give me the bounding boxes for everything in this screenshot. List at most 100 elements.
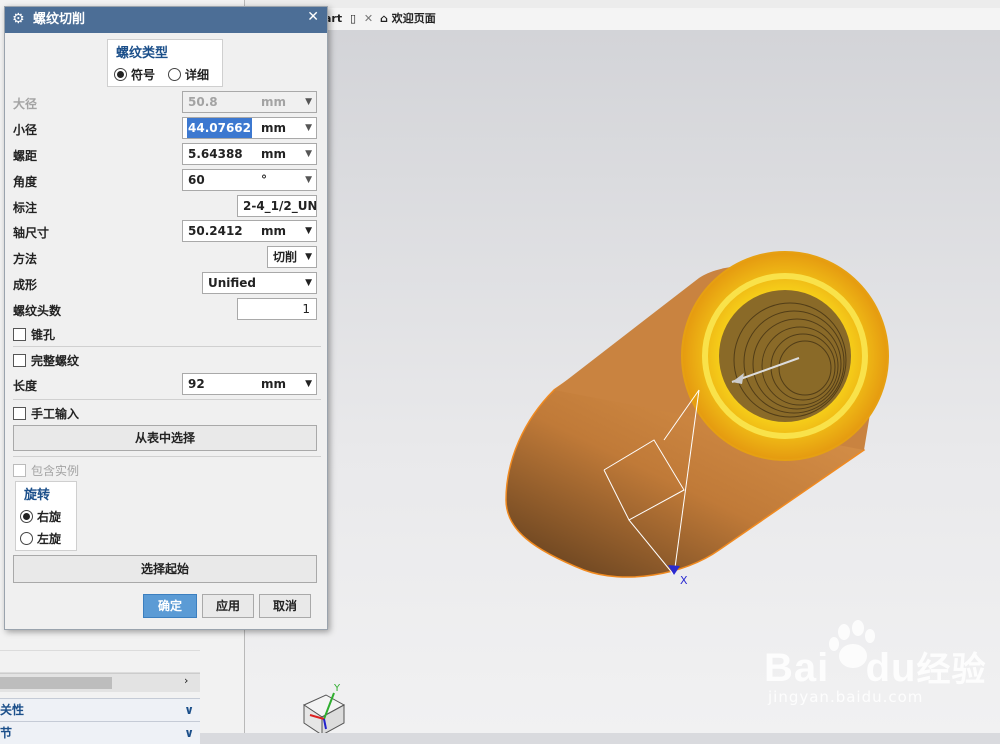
radio-icon bbox=[20, 510, 33, 523]
callout-label: 标注 bbox=[13, 201, 38, 215]
watermark-brand-text: Bai bbox=[764, 646, 830, 690]
section-label: 关性 bbox=[0, 703, 25, 717]
chevron-down-icon[interactable]: ▼ bbox=[305, 221, 312, 241]
length-label: 长度 bbox=[13, 379, 38, 393]
radio-icon bbox=[114, 68, 127, 81]
angle-label: 角度 bbox=[13, 175, 38, 189]
field-unit: mm bbox=[261, 121, 287, 135]
radio-label: 右旋 bbox=[37, 510, 62, 524]
tab-welcome-label: 欢迎页面 bbox=[391, 12, 436, 25]
document-tab-bar: art ▯ ✕ ⌂ 欢迎页面 bbox=[322, 8, 1000, 31]
shaft-size-field[interactable]: 50.2412 mm ▼ bbox=[182, 220, 317, 242]
watermark-brand2-text: du bbox=[865, 646, 917, 690]
form-select[interactable]: Unified ▼ bbox=[202, 272, 317, 294]
field-value: Unified bbox=[208, 276, 257, 290]
select-start-button[interactable]: 选择起始 bbox=[13, 555, 317, 583]
major-diameter-label: 大径 bbox=[13, 97, 38, 111]
field-value: 44.07662 bbox=[187, 118, 253, 138]
starts-field[interactable]: 1 bbox=[237, 298, 317, 320]
watermark-url: jingyan.baidu.com bbox=[768, 688, 924, 706]
minor-diameter-field[interactable]: 44.07662 mm ▼ bbox=[182, 117, 317, 139]
radio-symbolic[interactable]: 符号 bbox=[114, 66, 155, 83]
gear-icon: ⚙ bbox=[12, 11, 25, 27]
full-thread-checkbox[interactable]: 完整螺纹 bbox=[13, 352, 79, 368]
field-unit: ° bbox=[261, 173, 267, 187]
method-label: 方法 bbox=[13, 252, 38, 266]
section-dependencies[interactable]: 关性 ∨ bbox=[0, 698, 200, 721]
divider bbox=[13, 456, 321, 457]
checkbox-label: 完整螺纹 bbox=[31, 354, 80, 368]
chevron-down-icon[interactable]: ∨ bbox=[184, 699, 194, 721]
close-icon[interactable]: ✕ bbox=[307, 9, 319, 25]
thread-type-group: 螺纹类型 符号 详细 bbox=[107, 39, 223, 87]
axis-y-label: Y bbox=[333, 683, 341, 694]
divider bbox=[13, 399, 321, 400]
chevron-down-icon[interactable]: ▼ bbox=[305, 170, 312, 190]
checkbox-icon bbox=[13, 328, 26, 341]
method-select[interactable]: 切削 ▼ bbox=[267, 246, 317, 268]
chevron-down-icon[interactable]: ▼ bbox=[305, 273, 312, 293]
navigator-row bbox=[0, 650, 200, 673]
field-unit: mm bbox=[261, 377, 287, 391]
navigator-row bbox=[0, 628, 200, 651]
chevron-down-icon[interactable]: ▼ bbox=[305, 118, 312, 138]
radio-detailed[interactable]: 详细 bbox=[168, 66, 209, 83]
pitch-label: 螺距 bbox=[13, 149, 38, 163]
chevron-down-icon[interactable]: ▼ bbox=[305, 374, 312, 394]
radio-label: 符号 bbox=[131, 68, 156, 82]
field-value: 50.2412 bbox=[188, 224, 243, 238]
radio-left-hand[interactable]: 左旋 bbox=[20, 530, 61, 547]
checkbox-icon bbox=[13, 464, 26, 477]
radio-icon bbox=[168, 68, 181, 81]
section-label: 节 bbox=[0, 726, 13, 740]
scroll-right-icon[interactable]: › bbox=[184, 674, 188, 687]
radio-label: 左旋 bbox=[37, 532, 62, 546]
checkbox-label: 包含实例 bbox=[31, 464, 80, 478]
dialog-title: 螺纹切削 bbox=[33, 12, 86, 27]
checkbox-label: 锥孔 bbox=[31, 328, 56, 342]
field-value: 60 bbox=[188, 173, 205, 187]
shaft-size-label: 轴尺寸 bbox=[13, 226, 50, 240]
radio-right-hand[interactable]: 右旋 bbox=[20, 508, 61, 525]
dialog-titlebar[interactable]: ⚙ 螺纹切削 ✕ bbox=[5, 7, 327, 33]
major-diameter-field: 50.8 mm ▼ bbox=[182, 91, 317, 113]
rotation-title: 旋转 bbox=[24, 488, 51, 503]
scrollbar-thumb[interactable] bbox=[0, 677, 112, 689]
horizontal-scrollbar[interactable]: › bbox=[0, 673, 200, 692]
pitch-field[interactable]: 5.64388 mm ▼ bbox=[182, 143, 317, 165]
form-label: 成形 bbox=[13, 278, 38, 292]
watermark-brand: Bai du经验 bbox=[764, 642, 986, 691]
include-instances-checkbox: 包含实例 bbox=[13, 462, 79, 478]
length-field[interactable]: 92 mm ▼ bbox=[182, 373, 317, 395]
chevron-down-icon[interactable]: ▼ bbox=[305, 247, 312, 267]
callout-field[interactable]: 2-4_1/2_UN( bbox=[237, 195, 317, 217]
ok-button[interactable]: 确定 bbox=[143, 594, 197, 618]
apply-button[interactable]: 应用 bbox=[202, 594, 254, 618]
field-value: 切削 bbox=[273, 250, 298, 264]
divider bbox=[13, 346, 321, 347]
radio-label: 详细 bbox=[185, 68, 210, 82]
choose-from-table-button[interactable]: 从表中选择 bbox=[13, 425, 317, 451]
rotation-group: 旋转 右旋 左旋 bbox=[15, 481, 77, 551]
axis-x-label: X bbox=[680, 574, 688, 587]
angle-field[interactable]: 60 ° ▼ bbox=[182, 169, 317, 191]
thread-type-title: 螺纹类型 bbox=[116, 46, 169, 61]
checkbox-icon bbox=[13, 407, 26, 420]
field-unit: mm bbox=[261, 147, 287, 161]
field-value: 1 bbox=[302, 302, 310, 316]
field-value: 92 bbox=[188, 377, 205, 391]
cancel-button[interactable]: 取消 bbox=[259, 594, 311, 618]
tab-part[interactable]: art ▯ ✕ bbox=[324, 8, 373, 30]
watermark-suffix: 经验 bbox=[916, 651, 987, 689]
field-unit: mm bbox=[261, 224, 287, 238]
manual-input-checkbox[interactable]: 手工输入 bbox=[13, 405, 79, 421]
radio-icon bbox=[20, 532, 33, 545]
chevron-down-icon: ▼ bbox=[305, 97, 312, 107]
chevron-down-icon[interactable]: ∨ bbox=[184, 722, 194, 744]
starts-label: 螺纹头数 bbox=[13, 304, 62, 318]
chevron-down-icon[interactable]: ▼ bbox=[305, 144, 312, 164]
tapered-checkbox[interactable]: 锥孔 bbox=[13, 326, 55, 342]
tab-close-icon[interactable]: ✕ bbox=[364, 12, 373, 25]
tab-welcome[interactable]: ⌂ 欢迎页面 bbox=[380, 8, 436, 30]
field-unit: mm bbox=[261, 95, 287, 109]
